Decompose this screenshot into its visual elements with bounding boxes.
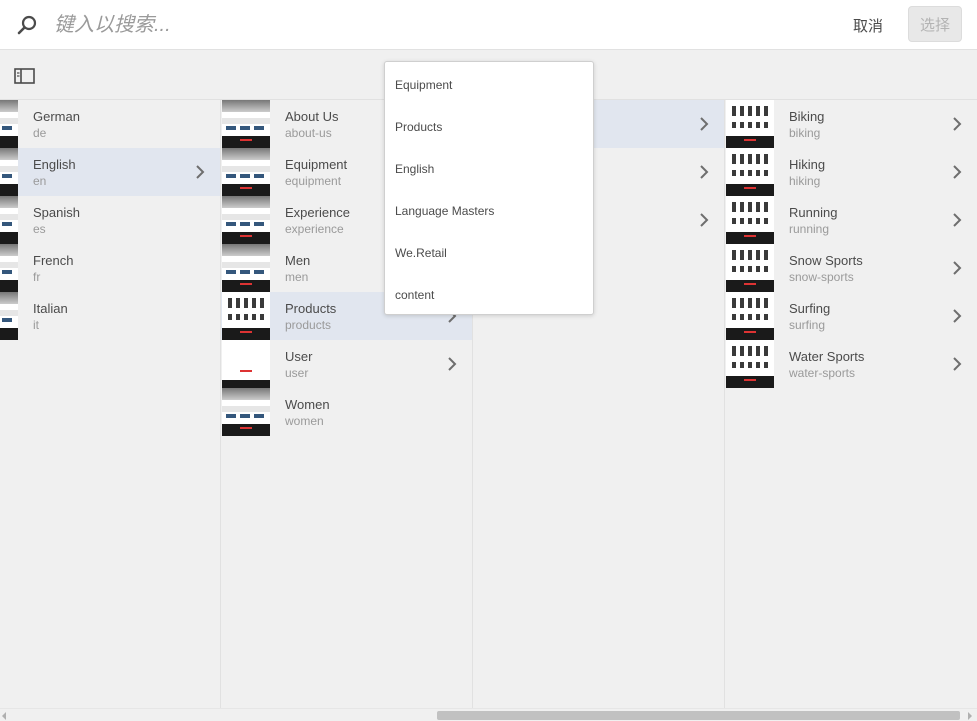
select-button[interactable]: 选择 bbox=[908, 6, 962, 42]
chevron-right-icon bbox=[953, 261, 962, 275]
chevron-right-icon bbox=[953, 309, 962, 323]
chevron-right-icon bbox=[953, 117, 962, 131]
item-name: equipment bbox=[285, 174, 342, 188]
item-name: women bbox=[285, 414, 324, 428]
search-input[interactable] bbox=[54, 9, 654, 41]
chevron-right-icon bbox=[953, 213, 962, 227]
page-thumbnail bbox=[726, 100, 774, 148]
column-item-surfing[interactable]: Surfing surfing bbox=[725, 292, 977, 340]
scroll-left-arrow-icon[interactable] bbox=[2, 712, 6, 720]
item-title: About Us bbox=[285, 109, 339, 124]
top-bar: 取消 选择 bbox=[0, 0, 977, 50]
column-languages[interactable]: German de English en Spanish es French fr It… bbox=[0, 100, 221, 709]
page-thumbnail bbox=[222, 100, 270, 148]
scrollbar-thumb[interactable] bbox=[437, 711, 960, 720]
item-title: User bbox=[285, 349, 313, 364]
item-name: experience bbox=[285, 222, 344, 236]
item-name: snow-sports bbox=[789, 270, 854, 284]
item-name: en bbox=[33, 174, 47, 188]
item-title: Women bbox=[285, 397, 330, 412]
column-item-english[interactable]: English en bbox=[0, 148, 220, 196]
chevron-right-icon bbox=[700, 165, 709, 179]
item-title: Equipment bbox=[285, 157, 348, 172]
column-item-water-sports[interactable]: Water Sports water-sports bbox=[725, 340, 977, 388]
item-title: Running bbox=[789, 205, 838, 220]
item-title: Experience bbox=[285, 205, 351, 220]
item-name: surfing bbox=[789, 318, 826, 332]
item-name: it bbox=[33, 318, 39, 332]
page-thumbnail bbox=[222, 196, 270, 244]
cancel-button[interactable]: 取消 bbox=[846, 9, 890, 41]
item-name: water-sports bbox=[789, 366, 856, 380]
chevron-right-icon bbox=[700, 213, 709, 227]
breadcrumb-item-products[interactable]: Products bbox=[385, 106, 593, 148]
item-name: biking bbox=[789, 126, 821, 140]
column-sports-pages[interactable]: Biking biking Hiking hiking Running running… bbox=[725, 100, 977, 709]
item-name: de bbox=[33, 126, 47, 140]
item-name: hiking bbox=[789, 174, 821, 188]
breadcrumb-item-we-retail[interactable]: We.Retail bbox=[385, 232, 593, 274]
page-thumbnail bbox=[726, 148, 774, 196]
page-thumbnail bbox=[0, 244, 18, 292]
item-title: Men bbox=[285, 253, 311, 268]
item-title: Snow Sports bbox=[789, 253, 863, 268]
page-thumbnail bbox=[726, 340, 774, 388]
breadcrumb-item-content[interactable]: content bbox=[385, 274, 593, 316]
search-icon bbox=[17, 15, 37, 35]
column-item-biking[interactable]: Biking biking bbox=[725, 100, 977, 148]
page-thumbnail bbox=[726, 196, 774, 244]
breadcrumb-item-english[interactable]: English bbox=[385, 148, 593, 190]
breadcrumb-item-language-masters[interactable]: Language Masters bbox=[385, 190, 593, 232]
scroll-right-arrow-icon[interactable] bbox=[968, 712, 972, 720]
item-name: user bbox=[285, 366, 309, 380]
page-thumbnail bbox=[222, 388, 270, 436]
chevron-right-icon bbox=[953, 165, 962, 179]
column-item-italian[interactable]: Italian it bbox=[0, 292, 220, 340]
item-name: men bbox=[285, 270, 309, 284]
page-thumbnail bbox=[0, 292, 18, 340]
rail-toggle-icon[interactable] bbox=[14, 67, 36, 85]
item-title: Hiking bbox=[789, 157, 826, 172]
item-title: Biking bbox=[789, 109, 825, 124]
horizontal-scrollbar[interactable] bbox=[0, 708, 977, 721]
item-title: Water Sports bbox=[789, 349, 865, 364]
chevron-right-icon bbox=[700, 117, 709, 131]
column-item-spanish[interactable]: Spanish es bbox=[0, 196, 220, 244]
column-item-snow-sports[interactable]: Snow Sports snow-sports bbox=[725, 244, 977, 292]
page-thumbnail bbox=[222, 292, 270, 340]
page-thumbnail bbox=[222, 340, 270, 388]
page-thumbnail bbox=[222, 148, 270, 196]
item-title: Italian bbox=[33, 301, 68, 316]
item-name: products bbox=[285, 318, 332, 332]
item-name: es bbox=[33, 222, 46, 236]
page-thumbnail bbox=[726, 292, 774, 340]
item-name: running bbox=[789, 222, 830, 236]
page-thumbnail bbox=[222, 244, 270, 292]
column-item-running[interactable]: Running running bbox=[725, 196, 977, 244]
page-thumbnail bbox=[0, 196, 18, 244]
column-item-women[interactable]: Women women bbox=[221, 388, 472, 436]
column-item-french[interactable]: French fr bbox=[0, 244, 220, 292]
item-title: French bbox=[33, 253, 74, 268]
page-thumbnail bbox=[0, 148, 18, 196]
item-title: Spanish bbox=[33, 205, 80, 220]
breadcrumb-item-equipment[interactable]: Equipment bbox=[385, 64, 593, 106]
breadcrumb-dropdown: Equipment Products English Language Mast… bbox=[384, 61, 594, 315]
item-title: English bbox=[33, 157, 76, 172]
column-item-german[interactable]: German de bbox=[0, 100, 220, 148]
column-item-hiking[interactable]: Hiking hiking bbox=[725, 148, 977, 196]
item-title: Surfing bbox=[789, 301, 831, 316]
chevron-right-icon bbox=[953, 357, 962, 371]
chevron-right-icon bbox=[196, 165, 205, 179]
item-name: about-us bbox=[285, 126, 332, 140]
item-title: Products bbox=[285, 301, 337, 316]
item-name: fr bbox=[33, 270, 41, 284]
item-title: German bbox=[33, 109, 80, 124]
page-thumbnail bbox=[0, 100, 18, 148]
chevron-right-icon bbox=[448, 357, 457, 371]
column-item-user[interactable]: User user bbox=[221, 340, 472, 388]
page-thumbnail bbox=[726, 244, 774, 292]
